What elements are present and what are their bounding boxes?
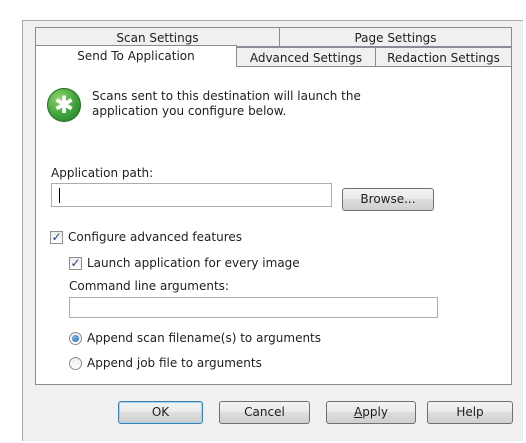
command-line-label: Command line arguments: <box>69 279 229 293</box>
apply-label-rest: pply <box>362 405 388 419</box>
browse-button[interactable]: Browse... <box>342 188 434 211</box>
text-caret <box>59 188 60 203</box>
application-path-label: Application path: <box>51 166 154 180</box>
tab-page-settings[interactable]: Page Settings <box>279 27 512 47</box>
tab-redaction-settings[interactable]: Redaction Settings <box>375 47 512 67</box>
radio-selected-dot <box>72 335 79 342</box>
append-filename-label[interactable]: Append scan filename(s) to arguments <box>87 331 321 345</box>
launch-every-image-label[interactable]: Launch application for every image <box>87 256 300 270</box>
tab-send-to-application[interactable]: Send To Application <box>35 45 237 67</box>
append-job-file-label[interactable]: Append job file to arguments <box>87 356 262 370</box>
cancel-button[interactable]: Cancel <box>219 401 310 424</box>
ok-button[interactable]: OK <box>118 401 203 424</box>
append-job-file-radio[interactable] <box>69 357 82 370</box>
configure-advanced-checkbox[interactable]: ✓ <box>50 231 63 244</box>
configure-advanced-label[interactable]: Configure advanced features <box>68 230 242 244</box>
command-line-input[interactable] <box>69 297 438 318</box>
application-path-input[interactable] <box>51 183 332 207</box>
green-star-icon: ✱ <box>47 88 81 122</box>
tab-scan-settings[interactable]: Scan Settings <box>35 27 280 47</box>
info-text-line1: Scans sent to this destination will laun… <box>92 89 361 103</box>
launch-every-image-checkbox[interactable]: ✓ <box>69 257 82 270</box>
info-text-line2: application you configure below. <box>92 104 287 118</box>
tab-advanced-settings[interactable]: Advanced Settings <box>236 47 376 67</box>
append-filename-radio[interactable] <box>69 332 82 345</box>
apply-button[interactable]: Apply <box>326 401 416 424</box>
help-button[interactable]: Help <box>427 401 513 424</box>
